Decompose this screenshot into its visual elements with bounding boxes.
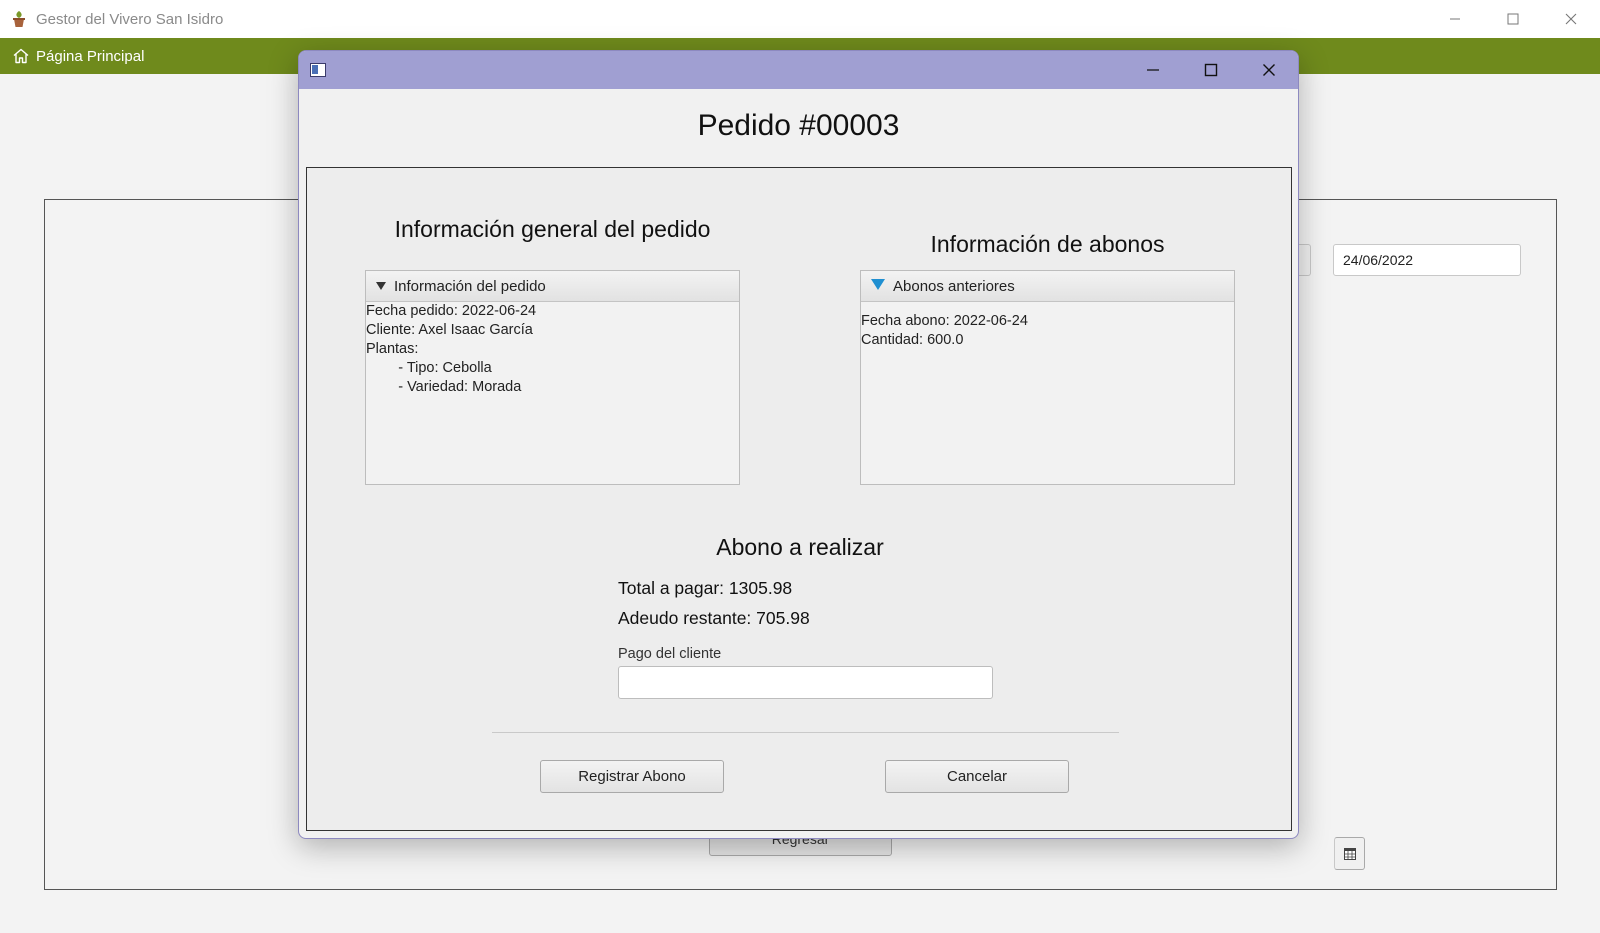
previous-payments-accordion-label: Abonos anteriores xyxy=(893,277,1015,295)
order-info-line: - Tipo: Cebolla xyxy=(366,360,492,376)
app-title: Gestor del Vivero San Isidro xyxy=(36,10,224,28)
close-icon xyxy=(1565,13,1577,25)
plant-pot-icon xyxy=(10,9,28,29)
triangle-down-icon xyxy=(376,278,386,295)
order-info-line: Plantas: xyxy=(366,341,419,357)
remaining-debt: Adeudo restante: 705.98 xyxy=(618,608,810,628)
order-info-line: - Variedad: Morada xyxy=(366,379,522,395)
order-info-accordion: Información del pedido Fecha pedido: 202… xyxy=(365,270,740,485)
payment-section-title: Abono a realizar xyxy=(716,534,884,560)
dialog-heading: Pedido #00003 xyxy=(697,109,900,142)
calendar-icon xyxy=(1343,847,1356,860)
minimize-icon xyxy=(1147,69,1159,71)
total-to-pay: Total a pagar: 1305.98 xyxy=(618,578,793,598)
previous-payments-accordion-header[interactable]: Abonos anteriores xyxy=(861,271,1234,302)
separator xyxy=(492,732,1119,733)
maximize-icon xyxy=(1204,63,1218,77)
order-info-content: Fecha pedido: 2022-06-24 Cliente: Axel I… xyxy=(366,302,739,397)
order-info-accordion-label: Información del pedido xyxy=(394,277,546,295)
register-payment-button[interactable]: Registrar Abono xyxy=(540,760,724,793)
dialog-close-button[interactable] xyxy=(1240,51,1298,89)
home-menu-item[interactable]: Página Principal xyxy=(12,47,144,65)
order-info-line: Fecha pedido: 2022-06-24 xyxy=(366,303,537,319)
minimize-icon xyxy=(1450,18,1460,20)
maximize-button[interactable] xyxy=(1484,0,1542,38)
dialog-body: Información general del pedido Informaci… xyxy=(306,167,1292,831)
payment-info-line: Fecha abono: 2022-06-24 xyxy=(861,313,1028,329)
payments-info-title: Información de abonos xyxy=(930,231,1165,257)
client-payment-input[interactable] xyxy=(618,666,993,699)
previous-payments-content: Fecha abono: 2022-06-24 Cantidad: 600.0 xyxy=(861,302,1234,350)
cancel-button[interactable]: Cancelar xyxy=(885,760,1069,793)
background-date-value[interactable]: 24/06/2022 xyxy=(1334,245,1520,275)
background-date-picker[interactable]: 24/06/2022 xyxy=(1333,244,1521,870)
maximize-icon xyxy=(1507,13,1519,25)
calendar-button[interactable] xyxy=(1334,837,1365,870)
dialog-maximize-button[interactable] xyxy=(1182,51,1240,89)
triangle-down-icon xyxy=(871,278,885,295)
order-info-line: Cliente: Axel Isaac García xyxy=(366,322,533,338)
order-payment-dialog: Pedido #00003 Información general del pe… xyxy=(298,50,1299,839)
general-info-title: Información general del pedido xyxy=(394,216,711,242)
dialog-minimize-button[interactable] xyxy=(1124,51,1182,89)
window-icon xyxy=(310,63,326,77)
client-payment-label: Pago del cliente xyxy=(618,646,722,662)
home-menu-label: Página Principal xyxy=(36,47,145,65)
previous-payments-accordion: Abonos anteriores Fecha abono: 2022-06-2… xyxy=(860,270,1235,485)
dialog-window-controls xyxy=(1124,51,1298,89)
order-info-accordion-header[interactable]: Información del pedido xyxy=(366,271,739,302)
main-titlebar: Gestor del Vivero San Isidro xyxy=(0,0,1600,38)
home-icon xyxy=(13,48,29,64)
close-button[interactable] xyxy=(1542,0,1600,38)
payment-info-line: Cantidad: 600.0 xyxy=(861,332,964,348)
minimize-button[interactable] xyxy=(1426,0,1484,38)
dialog-titlebar xyxy=(299,51,1298,89)
main-window-controls xyxy=(1426,0,1600,38)
close-icon xyxy=(1263,64,1275,76)
